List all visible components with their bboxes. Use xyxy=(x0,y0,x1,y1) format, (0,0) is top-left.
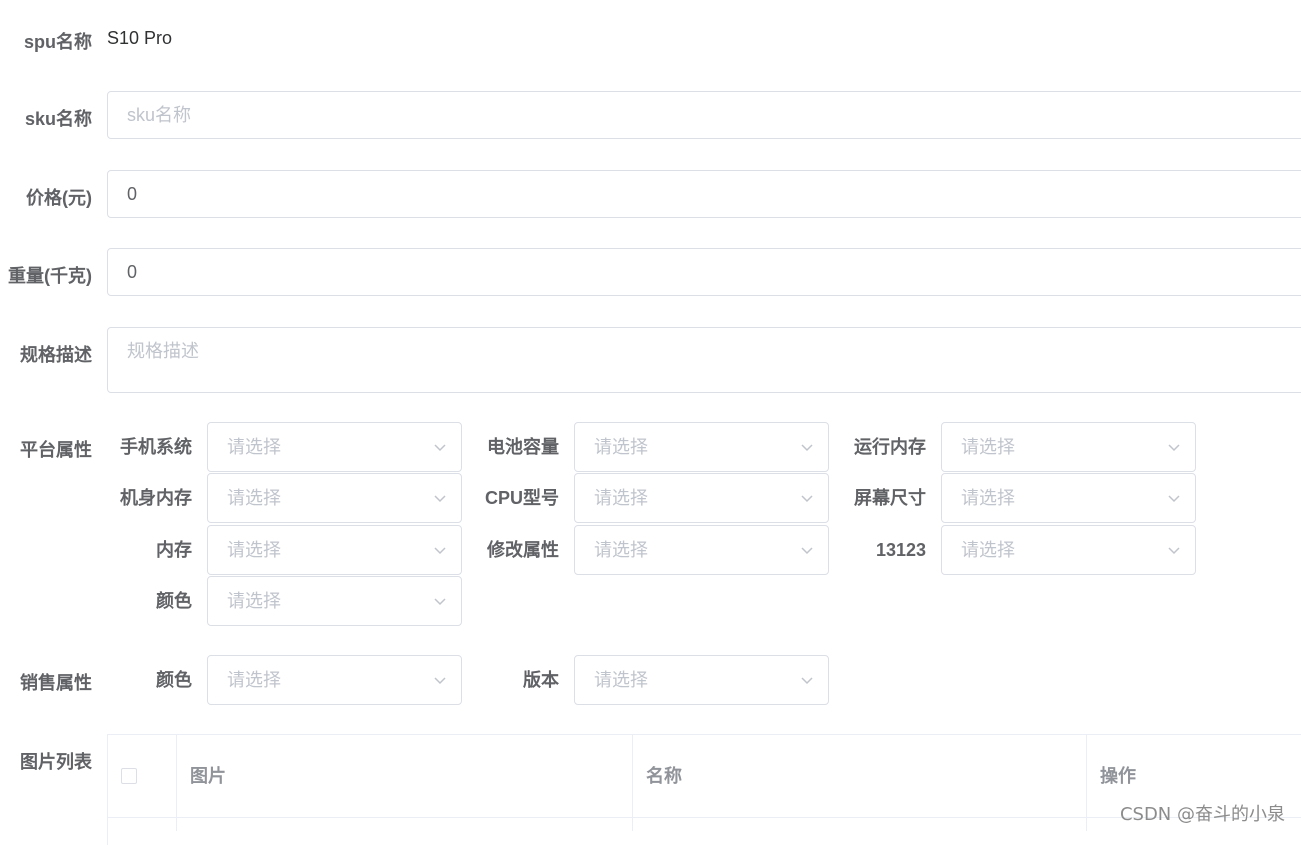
select-storage[interactable]: 请选择 xyxy=(207,473,462,523)
select-ram[interactable]: 请选择 xyxy=(941,422,1196,472)
sale-select-color[interactable]: 请选择 xyxy=(207,655,462,705)
select-placeholder: 请选择 xyxy=(594,670,648,690)
sale-label-version: 版本 xyxy=(523,670,559,690)
attr-label-ram: 运行内存 xyxy=(854,437,926,457)
chevron-down-icon xyxy=(1168,547,1180,555)
image-table: 图片 名称 操作 xyxy=(107,734,1301,845)
spu-name-value: S10 Pro xyxy=(107,28,173,48)
select-os[interactable]: 请选择 xyxy=(207,422,462,472)
chevron-down-icon xyxy=(434,444,446,452)
attr-label-modify: 修改属性 xyxy=(487,540,559,560)
select-placeholder: 请选择 xyxy=(961,488,1015,508)
spu-name-row: spu名称 S10 Pro xyxy=(0,28,1301,52)
weight-label: 重量(千克) xyxy=(8,266,92,286)
select-placeholder: 请选择 xyxy=(594,540,648,560)
select-memory[interactable]: 请选择 xyxy=(207,525,462,575)
select-placeholder: 请选择 xyxy=(227,670,281,690)
select-placeholder: 请选择 xyxy=(594,437,648,457)
select-placeholder: 请选择 xyxy=(227,540,281,560)
chevron-down-icon xyxy=(434,547,446,555)
select-placeholder: 请选择 xyxy=(961,437,1015,457)
chevron-down-icon xyxy=(801,547,813,555)
attr-label-battery: 电池容量 xyxy=(487,437,559,457)
attr-label-memory: 内存 xyxy=(156,540,192,560)
sku-name-input[interactable]: sku名称 xyxy=(107,91,1301,139)
select-color[interactable]: 请选择 xyxy=(207,576,462,626)
spu-name-label: spu名称 xyxy=(23,32,92,52)
chevron-down-icon xyxy=(1168,444,1180,452)
select-screen[interactable]: 请选择 xyxy=(941,473,1196,523)
chevron-down-icon xyxy=(434,598,446,606)
price-label: 价格(元) xyxy=(26,188,92,208)
platform-attrs-label: 平台属性 xyxy=(20,440,92,460)
image-list-label: 图片列表 xyxy=(20,752,92,772)
sale-label-color: 颜色 xyxy=(156,670,192,690)
select-battery[interactable]: 请选择 xyxy=(574,422,829,472)
chevron-down-icon xyxy=(801,677,813,685)
select-placeholder: 请选择 xyxy=(961,540,1015,560)
chevron-down-icon xyxy=(434,677,446,685)
column-header-image: 图片 xyxy=(190,766,226,786)
chevron-down-icon xyxy=(801,495,813,503)
attr-label-13123: 13123 xyxy=(875,540,926,560)
select-cpu[interactable]: 请选择 xyxy=(574,473,829,523)
attr-label-color: 颜色 xyxy=(156,591,192,611)
spec-desc-textarea[interactable]: 规格描述 xyxy=(107,327,1301,393)
spec-desc-label: 规格描述 xyxy=(20,345,92,365)
select-modify[interactable]: 请选择 xyxy=(574,525,829,575)
select-13123[interactable]: 请选择 xyxy=(941,525,1196,575)
select-all-checkbox[interactable] xyxy=(121,768,137,784)
select-placeholder: 请选择 xyxy=(594,488,648,508)
select-placeholder: 请选择 xyxy=(227,591,281,611)
attr-label-screen: 屏幕尺寸 xyxy=(854,488,926,508)
select-placeholder: 请选择 xyxy=(227,437,281,457)
attr-label-cpu: CPU型号 xyxy=(484,488,559,508)
watermark: CSDN @奋斗的小泉 xyxy=(1119,804,1285,825)
chevron-down-icon xyxy=(434,495,446,503)
chevron-down-icon xyxy=(801,444,813,452)
weight-input[interactable]: 0 xyxy=(107,248,1301,296)
attr-label-storage: 机身内存 xyxy=(120,488,192,508)
sale-select-version[interactable]: 请选择 xyxy=(574,655,829,705)
attr-label-os: 手机系统 xyxy=(120,437,192,457)
select-placeholder: 请选择 xyxy=(227,488,281,508)
chevron-down-icon xyxy=(1168,495,1180,503)
price-input[interactable]: 0 xyxy=(107,170,1301,218)
sku-name-label: sku名称 xyxy=(24,109,92,129)
column-header-name: 名称 xyxy=(646,766,682,786)
sale-attrs-label: 销售属性 xyxy=(20,673,92,693)
